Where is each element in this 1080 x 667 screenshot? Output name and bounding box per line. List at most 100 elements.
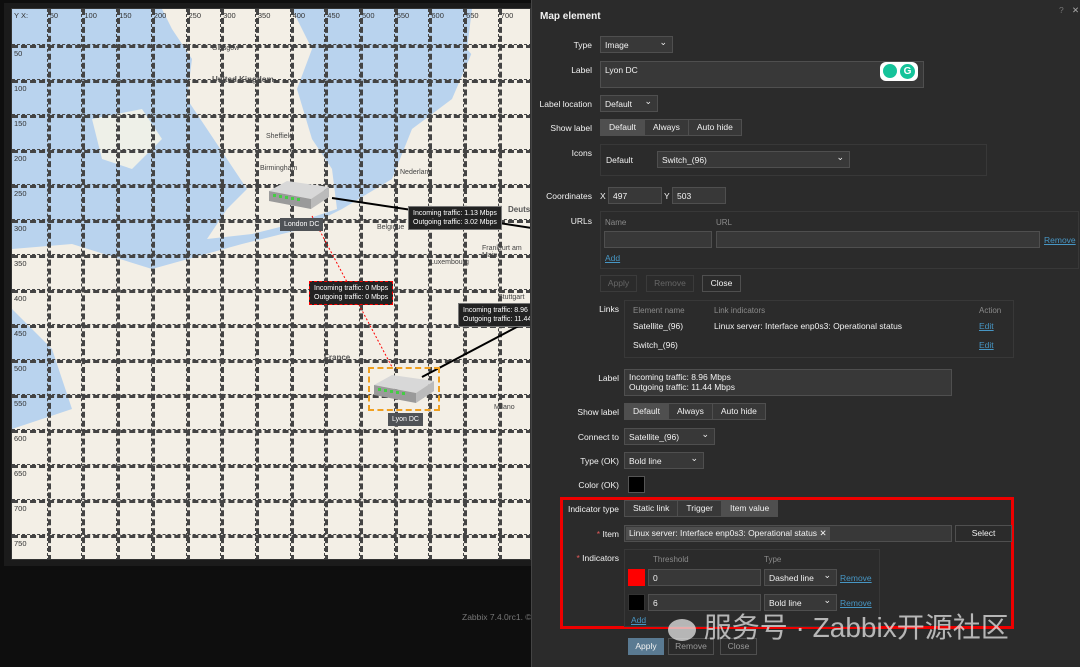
indicator-remove-link[interactable]: Remove <box>840 573 872 583</box>
x-label: X <box>600 191 606 201</box>
switch-icon-london[interactable] <box>267 179 331 209</box>
link-apply-button[interactable]: Apply <box>628 638 664 655</box>
item-multiselect[interactable]: Linux server: Interface enp0s3: Operatio… <box>624 525 952 542</box>
icons-default-label: Default <box>606 155 633 165</box>
links-label: Links <box>599 304 619 314</box>
dialog-title: Map element <box>540 11 601 22</box>
link-outgoing: Outgoing traffic: 11.44 Mbps <box>463 316 531 323</box>
type-ok-label: Type (OK) <box>580 456 619 466</box>
switch-icon-lyon[interactable] <box>372 373 436 403</box>
link-show-label-always[interactable]: Always <box>668 404 713 419</box>
element-label-lyon: Lyon DC <box>388 413 423 426</box>
type-label: Type <box>573 40 592 50</box>
label-location-select[interactable]: Default <box>600 95 658 112</box>
show-label-always[interactable]: Always <box>644 120 689 135</box>
url-name-input[interactable] <box>604 231 712 248</box>
x-input[interactable]: 497 <box>608 187 662 204</box>
element-label-london: London DC <box>280 218 324 231</box>
url-input[interactable] <box>716 231 1040 248</box>
link-label-line: Outgoing traffic: 11.44 Mbps <box>629 382 735 392</box>
link-row-element: Satellite_(96) <box>633 321 684 331</box>
indicator-type-toggle: Static link Trigger Item value <box>624 500 779 517</box>
link-row-indicators: Linux server: Interface enp0s3: Operatio… <box>714 321 903 331</box>
indicator-type-label: Indicator type <box>567 504 619 514</box>
link-label-textarea[interactable]: Incoming traffic: 8.96 Mbps Outgoing traf… <box>624 369 952 396</box>
grammarly-icon[interactable]: G <box>880 62 918 81</box>
indicator-color-swatch[interactable] <box>628 594 645 611</box>
close-button[interactable]: Close <box>702 275 741 292</box>
link-row-edit[interactable]: Edit <box>979 340 994 350</box>
connect-to-select[interactable]: Satellite_(96) <box>624 428 715 445</box>
y-label: Y <box>664 191 670 201</box>
icons-box: Default Switch_(96) <box>600 144 987 176</box>
watermark: 服务号 · Zabbix开源社区 <box>668 606 1009 646</box>
url-add-link[interactable]: Add <box>605 253 620 263</box>
type-select[interactable]: Image <box>600 36 673 53</box>
threshold-input[interactable]: 0 <box>648 569 761 586</box>
watermark-text: 服务号 · Zabbix开源社区 <box>703 612 1009 643</box>
indicator-add-link[interactable]: Add <box>631 615 646 625</box>
type-ok-select[interactable]: Bold line <box>624 452 704 469</box>
type-header: Type <box>764 555 782 564</box>
item-chip-text: Linux server: Interface enp0s3: Operatio… <box>629 528 818 538</box>
indicator-color-swatch[interactable] <box>628 569 645 586</box>
label-textarea[interactable]: Lyon DC <box>600 61 924 88</box>
links-header-action: Action <box>979 306 1002 315</box>
icon-default-select[interactable]: Switch_(96) <box>657 151 850 168</box>
map-canvas[interactable]: United Kingdom France Nederland Belgique… <box>11 8 531 560</box>
help-icon[interactable]: ? <box>1059 5 1064 15</box>
urls-url-header: URL <box>716 218 733 227</box>
link-label-lyon-satellite: Incoming traffic: 8.96 Mbps Outgoing traf… <box>458 303 531 327</box>
link-label-london-lyon: Incoming traffic: 0 Mbps Outgoing traffic… <box>309 281 394 305</box>
url-remove-link[interactable]: Remove <box>1044 235 1076 245</box>
color-ok-swatch[interactable] <box>628 476 645 493</box>
link-show-label-auto-hide[interactable]: Auto hide <box>712 404 765 419</box>
link-label-line: Incoming traffic: 8.96 Mbps <box>629 372 731 382</box>
indicator-type-static-link[interactable]: Static link <box>625 501 679 516</box>
footer-version: Zabbix 7.4.0rc1. © <box>462 612 532 622</box>
urls-box: Name URL Remove Add <box>600 211 1079 269</box>
item-chip: Linux server: Interface enp0s3: Operatio… <box>626 527 830 540</box>
indicators-label: * Indicators <box>576 553 619 563</box>
indicators-label-text: Indicators <box>582 553 619 563</box>
icons-label: Icons <box>571 148 592 158</box>
link-show-label-toggle: Default Always Auto hide <box>624 403 766 420</box>
item-select-button[interactable]: Select <box>955 525 1012 542</box>
label-label: Label <box>571 65 592 75</box>
close-icon[interactable]: ✕ <box>1072 5 1079 16</box>
link-outgoing: Outgoing traffic: 0 Mbps <box>314 294 389 301</box>
connect-to-label: Connect to <box>577 432 619 442</box>
link-show-label-label: Show label <box>577 407 619 417</box>
item-label-text: Item <box>602 529 619 539</box>
map-element-dialog: Map element ? ✕ Type Image Label Lyon DC… <box>531 0 1080 667</box>
show-label-default[interactable]: Default <box>601 120 645 135</box>
links-header-element: Element name <box>633 306 685 315</box>
apply-button-disabled[interactable]: Apply <box>600 275 637 292</box>
link-row-element: Switch_(96) <box>633 340 678 350</box>
indicator-type-select[interactable]: Dashed line <box>764 569 837 586</box>
link-incoming: Incoming traffic: 8.96 Mbps <box>463 307 530 314</box>
wechat-icon <box>668 618 696 641</box>
threshold-header: Threshold <box>653 555 689 564</box>
show-label-toggle: Default Always Auto hide <box>600 119 742 136</box>
coordinates-label: Coordinates <box>546 191 592 201</box>
link-label-label: Label <box>598 373 619 383</box>
links-header-indicators: Link indicators <box>714 306 766 315</box>
color-ok-label: Color (OK) <box>578 480 619 490</box>
label-location-label: Label location <box>539 99 592 109</box>
urls-name-header: Name <box>605 218 627 227</box>
map-links <box>311 197 530 378</box>
indicator-type-trigger[interactable]: Trigger <box>678 501 722 516</box>
link-incoming: Incoming traffic: 0 Mbps <box>314 285 389 292</box>
show-label-label: Show label <box>550 123 592 133</box>
link-show-label-default[interactable]: Default <box>625 404 669 419</box>
remove-button-disabled[interactable]: Remove <box>646 275 694 292</box>
item-label: * Item <box>596 529 619 539</box>
y-input[interactable]: 503 <box>672 187 726 204</box>
link-incoming: Incoming traffic: 1.13 Mbps <box>413 210 497 217</box>
show-label-auto-hide[interactable]: Auto hide <box>688 120 741 135</box>
link-row-edit[interactable]: Edit <box>979 321 994 331</box>
link-label-london-satellite: Incoming traffic: 1.13 Mbps Outgoing traf… <box>408 206 502 230</box>
item-chip-remove-icon[interactable]: ✕ <box>819 528 826 538</box>
indicator-type-item-value[interactable]: Item value <box>721 501 778 516</box>
